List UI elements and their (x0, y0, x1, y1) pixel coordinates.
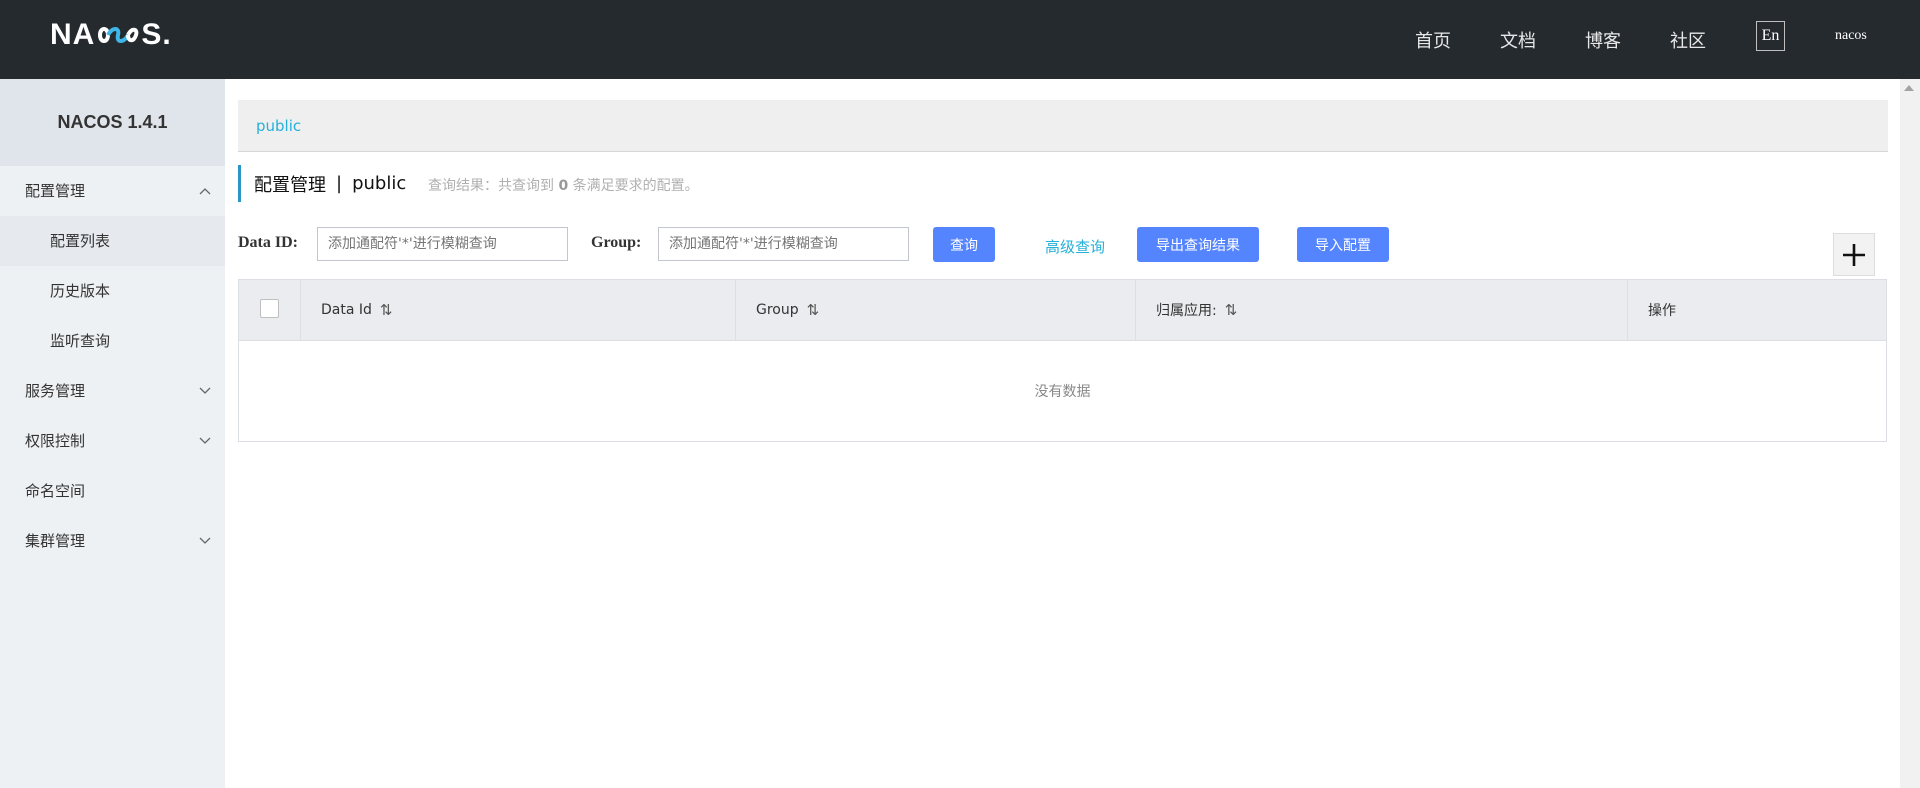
nav-blog-link[interactable]: 博客 (1585, 27, 1621, 53)
add-config-button[interactable] (1833, 233, 1875, 276)
query-result-prefix: 查询结果：共查询到 (428, 178, 554, 194)
sidebar-item-label: 服务管理 (25, 382, 86, 400)
sidebar-item-config-list[interactable]: 配置列表 (0, 216, 225, 266)
page-header: 配置管理 | public (238, 165, 406, 202)
chevron-down-icon (197, 366, 213, 416)
sidebar-item-namespace[interactable]: 命名空间 (0, 466, 225, 516)
empty-state-text: 没有数据 (1034, 384, 1091, 400)
language-toggle-button[interactable]: En (1756, 21, 1785, 51)
nav-community[interactable]: 社区 (1670, 0, 1706, 79)
nav-blog[interactable]: 博客 (1585, 0, 1621, 79)
nav-docs-link[interactable]: 文档 (1500, 27, 1536, 53)
sidebar-item-label: 集群管理 (25, 532, 86, 550)
group-label: Group: (591, 234, 642, 251)
column-header-actions: 操作 (1628, 280, 1886, 340)
sidebar-item-config-management[interactable]: 配置管理 (0, 166, 225, 216)
page-title-separator: | (336, 173, 343, 194)
sidebar-item-access-control[interactable]: 权限控制 (0, 416, 225, 466)
sidebar-title: NACOS 1.4.1 (0, 79, 225, 166)
config-table: Data Id ⇅ Group ⇅ 归属应用: ⇅ 操作 没有数据 (238, 279, 1887, 442)
page-scrollbar[interactable] (1900, 79, 1920, 788)
sidebar-item-listener-query[interactable]: 监听查询 (0, 316, 225, 366)
nav-home-link[interactable]: 首页 (1415, 27, 1451, 53)
nav-home[interactable]: 首页 (1415, 0, 1451, 79)
sidebar-item-service-management[interactable]: 服务管理 (0, 366, 225, 416)
sidebar: NACOS 1.4.1 配置管理 配置列表 历史版本 监听查询 服务管理 权限控… (0, 79, 225, 788)
sort-icon[interactable]: ⇅ (807, 301, 820, 319)
select-all-cell (239, 280, 301, 340)
sidebar-item-cluster-management[interactable]: 集群管理 (0, 516, 225, 566)
query-result-count: 0 (558, 178, 569, 194)
nav-community-link[interactable]: 社区 (1670, 27, 1706, 53)
column-label: Group (756, 302, 799, 318)
import-config-button[interactable]: 导入配置 (1297, 227, 1389, 262)
column-label: Data Id (321, 302, 372, 318)
namespace-link-public[interactable]: public (256, 117, 301, 135)
sort-icon[interactable]: ⇅ (1225, 301, 1238, 319)
logo-dot: . (162, 18, 172, 51)
query-button[interactable]: 查询 (933, 227, 995, 262)
column-header-data-id[interactable]: Data Id ⇅ (301, 280, 736, 340)
chevron-down-icon (197, 516, 213, 566)
sidebar-item-label: 权限控制 (25, 432, 86, 450)
page-title: 配置管理 (254, 174, 326, 196)
query-result-text: 查询结果：共查询到 0 条满足要求的配置。 (428, 175, 699, 195)
column-header-app[interactable]: 归属应用: ⇅ (1136, 280, 1628, 340)
top-navbar: NA S . 首页 文档 博客 社区 En nacos (0, 0, 1920, 79)
plus-icon (1843, 243, 1865, 266)
data-id-input[interactable] (317, 227, 568, 261)
column-label: 操作 (1648, 303, 1676, 319)
data-id-label: Data ID: (238, 234, 298, 251)
logo-text-left: NA (50, 18, 96, 51)
sidebar-item-label: 命名空间 (25, 482, 86, 500)
scroll-up-arrow-icon[interactable] (1904, 85, 1914, 91)
column-label: 归属应用: (1156, 303, 1217, 319)
chevron-up-icon (197, 166, 213, 216)
export-results-button[interactable]: 导出查询结果 (1137, 227, 1259, 262)
sort-icon[interactable]: ⇅ (380, 301, 393, 319)
user-name[interactable]: nacos (1835, 28, 1867, 44)
group-input[interactable] (658, 227, 909, 261)
advanced-query-link[interactable]: 高级查询 (1045, 236, 1105, 257)
column-header-group[interactable]: Group ⇅ (736, 280, 1136, 340)
query-result-suffix: 条满足要求的配置。 (572, 178, 699, 194)
page-namespace: public (352, 173, 407, 194)
nacos-logo[interactable]: NA S . (50, 18, 172, 51)
namespace-bar: public (238, 100, 1888, 152)
chevron-down-icon (197, 416, 213, 466)
table-header: Data Id ⇅ Group ⇅ 归属应用: ⇅ 操作 (239, 280, 1886, 341)
select-all-checkbox[interactable] (260, 299, 279, 318)
nav-docs[interactable]: 文档 (1500, 0, 1536, 79)
logo-infinity-icon (96, 21, 140, 49)
logo-text-right: S (141, 18, 163, 51)
sidebar-item-history-versions[interactable]: 历史版本 (0, 266, 225, 316)
sidebar-item-label: 配置管理 (25, 182, 86, 200)
